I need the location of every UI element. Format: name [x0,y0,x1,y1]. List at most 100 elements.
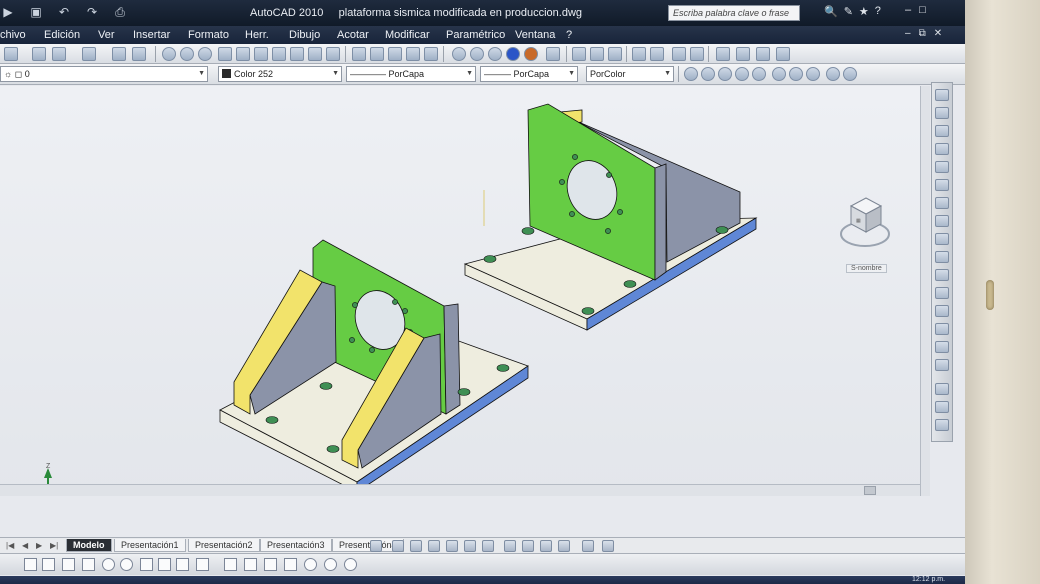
menu-archivo[interactable]: chivo [0,29,26,41]
break-icon[interactable] [935,287,949,299]
color-combo[interactable]: Color 252 ▼ [218,66,342,82]
zoom-out-icon[interactable] [806,67,820,81]
torus-icon[interactable] [504,540,516,552]
separate-icon[interactable] [326,47,340,61]
viewcube[interactable]: ▦ [836,186,894,256]
zoom-realtime-icon[interactable] [684,67,698,81]
zoom-window-icon[interactable] [701,67,715,81]
box-icon[interactable] [392,540,404,552]
minimize-window-icon[interactable]: – [905,4,911,16]
tab-presentacion2[interactable]: Presentación2 [188,539,260,552]
named-views-icon[interactable] [632,47,646,61]
free-orbit-icon[interactable] [590,47,604,61]
markup-icon[interactable] [690,47,704,61]
solid-wedge-icon[interactable] [244,558,257,571]
menu-insertar[interactable]: Insertar [133,29,170,41]
section-icon[interactable] [272,47,286,61]
menu-ventana[interactable]: Ventana [515,29,555,41]
undo-icon[interactable]: ↶ [56,5,72,19]
solid-torus-icon[interactable] [344,558,357,571]
mirror-icon[interactable] [935,125,949,137]
cylinder-icon[interactable] [482,540,494,552]
draworder-icon[interactable] [935,383,949,395]
visual-style-conceptual-icon[interactable] [524,47,538,61]
move-icon[interactable] [935,179,949,191]
block-create-icon[interactable] [756,47,770,61]
app-menu-icon[interactable]: ▶ [0,5,16,19]
rotate3d-icon[interactable] [370,47,384,61]
solid-cone-icon[interactable] [264,558,277,571]
offset-icon[interactable] [935,143,949,155]
menu-herramientas[interactable]: Herr. [245,29,269,41]
chamfer-icon[interactable] [935,323,949,335]
trim-icon[interactable] [935,251,949,263]
designcenter-icon[interactable] [132,47,146,61]
wedge-icon[interactable] [428,540,440,552]
next-tab-icon[interactable]: ▶ [36,541,42,550]
light-icon[interactable] [582,540,594,552]
camera-icon[interactable] [650,47,664,61]
solid-box-icon[interactable] [224,558,237,571]
visual-style-wire-icon[interactable] [488,47,502,61]
move3d-icon[interactable] [352,47,366,61]
linetype-combo[interactable]: ———— PorCapa ▼ [346,66,476,82]
visual-style-hidden-icon[interactable] [470,47,484,61]
solid-cylinder-icon[interactable] [324,558,337,571]
planar-surface-icon[interactable] [558,540,570,552]
arc-icon[interactable] [82,558,95,571]
zoom-scale-icon[interactable] [735,67,749,81]
vertical-scrollbar[interactable] [920,86,930,496]
interfere-icon[interactable] [290,47,304,61]
open-icon[interactable] [32,47,46,61]
continuous-orbit-icon[interactable] [608,47,622,61]
hatch-icon[interactable] [196,558,209,571]
prev-tab-icon[interactable]: ◀ [22,541,28,550]
redo-toolbar-icon[interactable] [82,47,96,61]
menu-dibujo[interactable]: Dibujo [289,29,320,41]
doc-restore-icon[interactable]: ⧉ [919,28,926,39]
slice-icon[interactable] [254,47,268,61]
boolean-intersect-icon[interactable] [198,47,212,61]
render-icon[interactable] [602,540,614,552]
new-icon[interactable] [4,47,18,61]
properties-icon[interactable] [112,47,126,61]
block-insert-icon[interactable] [736,47,750,61]
boolean-subtract-icon[interactable] [180,47,194,61]
copy-icon[interactable] [935,107,949,119]
menu-ayuda[interactable]: ? [566,29,572,41]
tools-icon[interactable]: ✎ [844,5,853,18]
erase-icon[interactable] [935,89,949,101]
array3d-icon[interactable] [424,47,438,61]
line-icon[interactable] [24,558,37,571]
boolean-union-icon[interactable] [162,47,176,61]
attribute-icon[interactable] [776,47,790,61]
help-icon[interactable]: ? [875,5,881,18]
send-back-icon[interactable] [935,419,949,431]
insert-block-icon[interactable] [176,558,189,571]
ucs-dropdown[interactable]: S-nombre [846,264,887,273]
save-icon[interactable]: ▣ [28,5,44,19]
spline-icon[interactable] [140,558,153,571]
fillet-icon[interactable] [935,341,949,353]
block-editor-icon[interactable] [716,47,730,61]
solid-sphere-icon[interactable] [304,558,317,571]
menu-modificar[interactable]: Modificar [385,29,430,41]
tab-modelo[interactable]: Modelo [66,539,112,552]
first-tab-icon[interactable]: |◀ [6,541,14,550]
star-icon[interactable]: ★ [859,5,869,18]
menu-parametrico[interactable]: Paramétrico [446,29,505,41]
array-icon[interactable] [935,161,949,173]
zoom-center-icon[interactable] [752,67,766,81]
circle-icon[interactable] [102,558,115,571]
orbit-icon[interactable] [572,47,586,61]
polygon-icon[interactable] [42,558,55,571]
menu-edicion[interactable]: Edición [44,29,80,41]
help-search-input[interactable]: Escriba palabra clave o frase [668,5,800,21]
box-alt-icon[interactable] [410,540,422,552]
layer-combo[interactable]: ☼ ◻ 0 ▼ [0,66,208,82]
model-space-viewport[interactable]: Z ▦ S-nombre [0,86,920,502]
sheet-set-icon[interactable] [672,47,686,61]
solid-pyramid-icon[interactable] [284,558,297,571]
last-tab-icon[interactable]: ▶| [50,541,58,550]
join-icon[interactable] [935,305,949,317]
